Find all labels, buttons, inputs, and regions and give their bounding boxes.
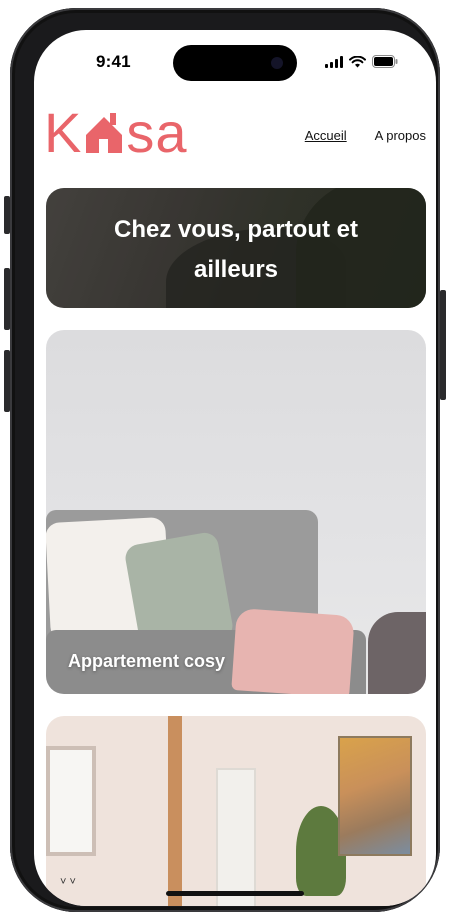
nav-link-accueil[interactable]: Accueil: [305, 128, 347, 143]
card-image: [46, 746, 96, 856]
status-time: 9:41: [96, 52, 131, 71]
logo-letter-k: K: [44, 100, 83, 164]
banner-title: Chez vous, partout et ailleurs: [113, 216, 359, 283]
listing-card[interactable]: Appartement cosy: [46, 330, 426, 694]
card-image-detail: [168, 716, 182, 906]
power-button: [440, 290, 446, 400]
status-bar: 9:41: [34, 30, 436, 92]
phone-frame: 9:41 K sa Accueil A propos Chez vous, pa…: [10, 8, 440, 912]
status-icons: [325, 55, 398, 68]
listing-card-title: Appartement cosy: [68, 651, 226, 671]
kasa-logo[interactable]: K sa: [44, 100, 188, 164]
wifi-icon: [349, 55, 366, 67]
card-image-detail: [338, 736, 412, 856]
main-nav: Accueil A propos: [305, 128, 426, 143]
card-image-detail: [216, 768, 256, 906]
dynamic-island: [173, 45, 297, 81]
house-icon: [86, 113, 123, 153]
battery-icon: [372, 55, 398, 68]
nav-link-a-propos[interactable]: A propos: [375, 128, 426, 143]
site-header: K sa Accueil A propos: [34, 100, 436, 166]
card-image-detail: [231, 607, 355, 694]
logo-letters-sa: sa: [126, 100, 188, 164]
home-indicator[interactable]: [166, 891, 304, 896]
listing-card[interactable]: [46, 716, 426, 906]
camera-icon: [271, 57, 283, 69]
card-image-detail: [368, 612, 426, 694]
hero-banner: Chez vous, partout et ailleurs: [46, 188, 426, 308]
screen: 9:41 K sa Accueil A propos Chez vous, pa…: [34, 30, 436, 906]
cellular-signal-icon: [325, 55, 343, 68]
scroll-hint: ˅ ˅: [60, 876, 76, 888]
